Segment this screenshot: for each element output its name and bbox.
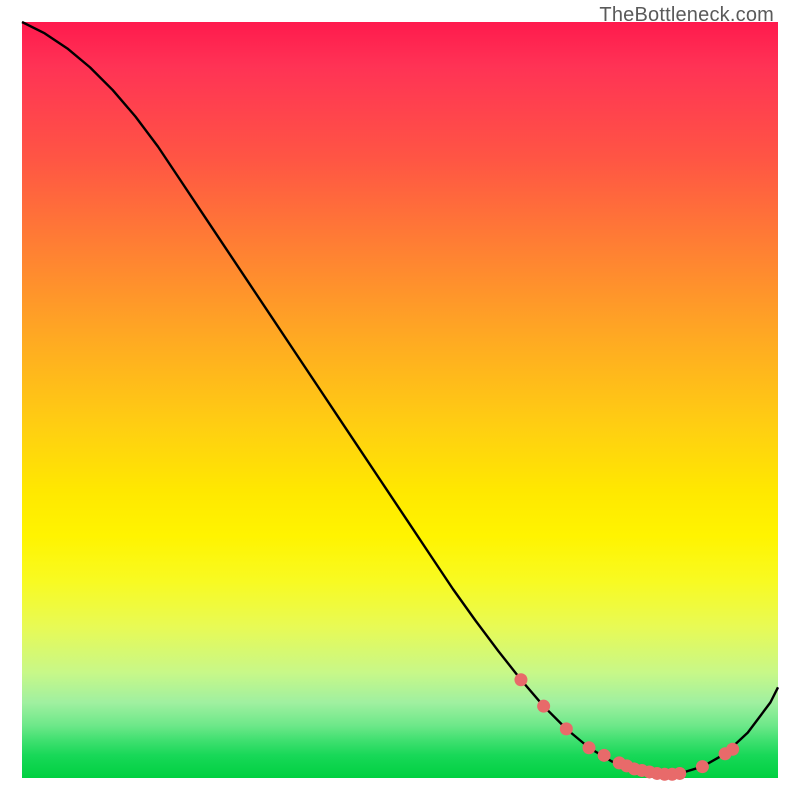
markers-group: [514, 673, 739, 781]
chart-canvas: TheBottleneck.com: [0, 0, 800, 800]
data-marker: [598, 749, 611, 762]
data-marker: [673, 767, 686, 780]
data-marker: [696, 760, 709, 773]
data-marker: [726, 743, 739, 756]
data-marker: [514, 673, 527, 686]
plot-area: [22, 22, 778, 778]
data-marker: [583, 741, 596, 754]
series-line: [22, 22, 778, 774]
data-marker: [560, 722, 573, 735]
chart-svg: [22, 22, 778, 778]
data-marker: [537, 700, 550, 713]
